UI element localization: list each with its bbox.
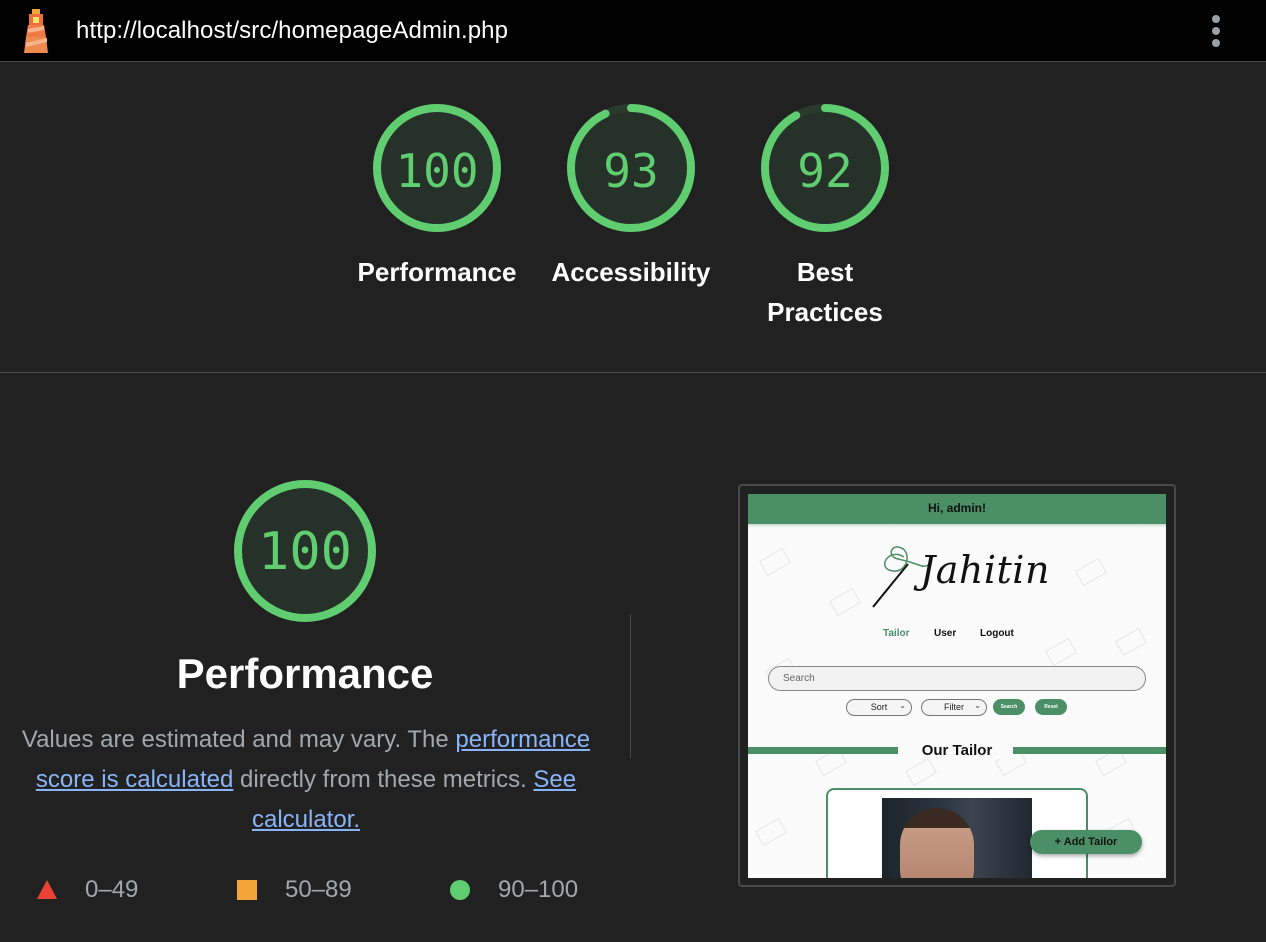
final-screenshot[interactable]: Hi, admin! Jahitin Tailor User Logout Se…: [748, 494, 1166, 878]
search-input[interactable]: Search: [768, 666, 1146, 691]
legend-average-range: 50–89: [285, 876, 352, 903]
category-description: Values are estimated and may vary. The p…: [14, 720, 598, 840]
report-header: http://localhost/src/homepageAdmin.php: [0, 0, 1266, 62]
nav-tailor[interactable]: Tailor: [883, 628, 909, 639]
search-button[interactable]: Search: [993, 699, 1025, 715]
gauge-performance-large: 100: [230, 476, 380, 626]
gauge-accessibility[interactable]: 93: [564, 101, 698, 235]
pass-circle-icon: [450, 880, 470, 900]
person-face: [900, 808, 974, 878]
tailor-photo: [882, 798, 1032, 878]
vertical-divider: [630, 614, 631, 758]
lighthouse-icon: [24, 9, 48, 53]
reset-button[interactable]: Reset: [1035, 699, 1067, 715]
average-square-icon: [237, 880, 257, 900]
brand-wordmark: Jahitin: [920, 548, 1050, 592]
legend-fail-range: 0–49: [85, 876, 139, 903]
sort-select[interactable]: Sort: [846, 698, 912, 716]
score-value: 100: [395, 144, 479, 198]
gauge-performance[interactable]: 100: [370, 101, 504, 235]
filter-select[interactable]: Filter: [921, 698, 987, 716]
greeting-bar: Hi, admin!: [748, 494, 1166, 528]
add-tailor-button[interactable]: + Add Tailor: [1030, 830, 1142, 854]
nav-user[interactable]: User: [934, 628, 956, 639]
section-band-right: [1013, 747, 1166, 754]
category-title: Performance: [176, 650, 434, 697]
score-label: Performance: [357, 257, 517, 287]
score-label: Accessibility: [551, 257, 711, 287]
legend-pass-range: 90–100: [498, 876, 579, 903]
score-label-line: Practices: [767, 297, 883, 327]
desc-text: Values are estimated and may vary. The: [21, 726, 456, 753]
section-divider: [0, 372, 1266, 373]
desc-text: directly from these metrics.: [233, 766, 534, 793]
gauge-best-practices[interactable]: 92: [758, 101, 892, 235]
section-band-left: [748, 747, 898, 754]
score-label: Best Practices: [725, 252, 925, 332]
score-label-line: Best: [796, 257, 854, 287]
kebab-menu-icon[interactable]: [1203, 12, 1229, 50]
report-url: http://localhost/src/homepageAdmin.php: [76, 17, 509, 44]
section-title: Our Tailor: [903, 742, 1011, 759]
score-value: 93: [603, 144, 659, 198]
score-value: 92: [797, 144, 853, 198]
nav-logout[interactable]: Logout: [980, 628, 1014, 639]
score-value: 100: [258, 522, 352, 582]
fail-triangle-icon: [37, 880, 57, 899]
